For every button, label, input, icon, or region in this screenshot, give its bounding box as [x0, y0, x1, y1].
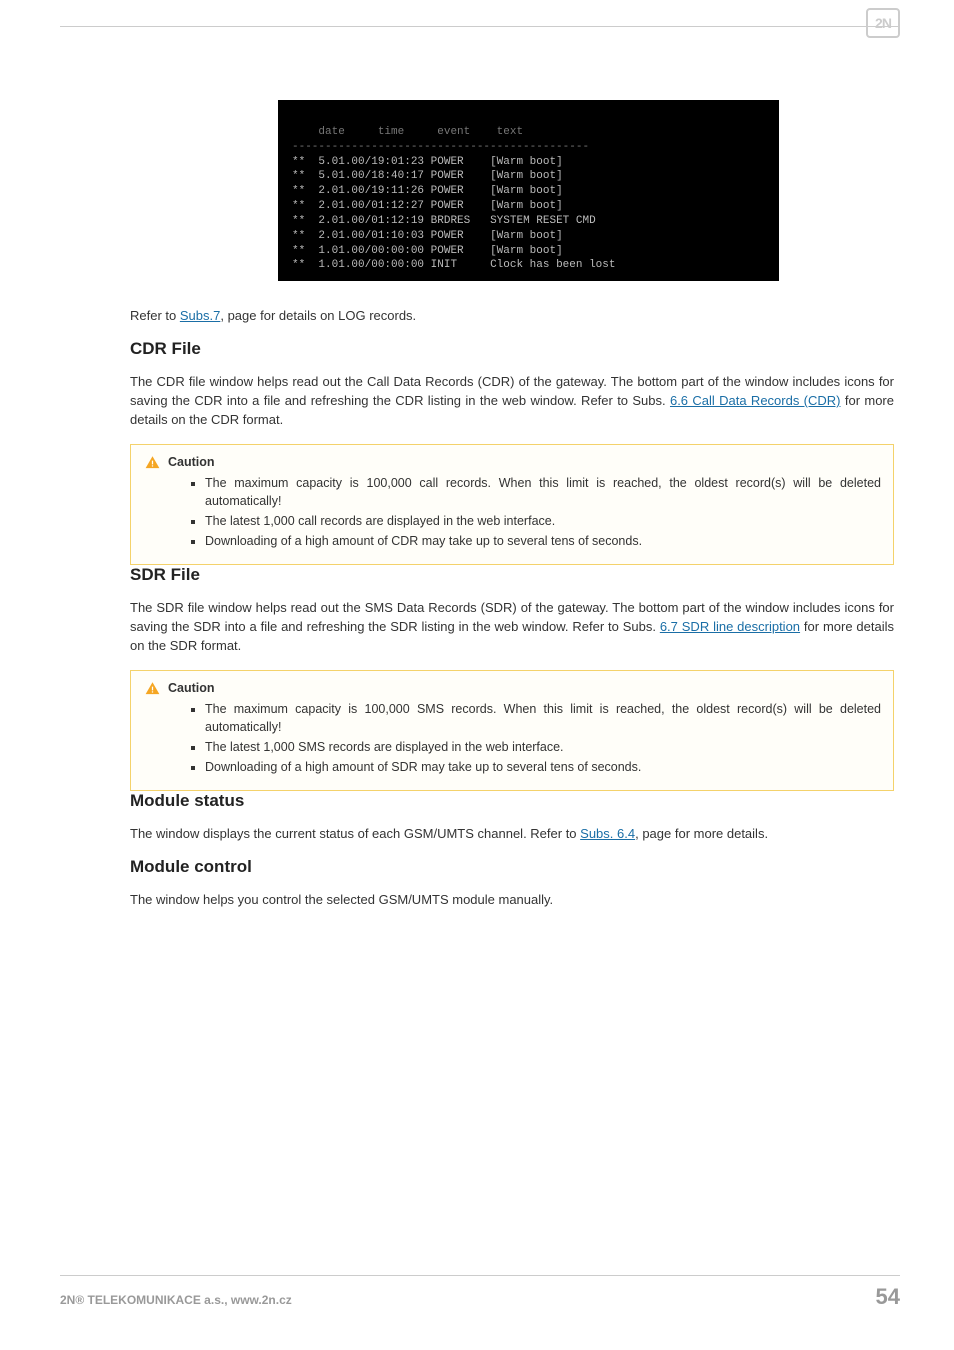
caution-title: Caution: [168, 681, 215, 695]
brand-logo: 2N: [866, 8, 900, 38]
log-separator: ----------------------------------------…: [292, 141, 589, 153]
caution-list: The maximum capacity is 100,000 call rec…: [205, 474, 881, 551]
module-control-body: The window helps you control the selecte…: [130, 891, 894, 910]
caution-item: The latest 1,000 SMS records are display…: [205, 738, 881, 756]
cdr-caution-box: Caution The maximum capacity is 100,000 …: [130, 444, 894, 566]
module-status-title: Module status: [130, 791, 894, 811]
log-row: ** 5.01.00/19:01:23 POWER [Warm boot]: [292, 156, 563, 168]
sdr-link[interactable]: 6.7 SDR line description: [660, 619, 800, 634]
log-row: ** 1.01.00/00:00:00 INIT Clock has been …: [292, 259, 615, 271]
sdr-body: The SDR file window helps read out the S…: [130, 599, 894, 656]
footer-company: 2N® TELEKOMUNIKACE a.s., www.2n.cz: [60, 1293, 292, 1307]
log-header: date time event text: [292, 126, 523, 138]
cdr-link[interactable]: 6.6 Call Data Records (CDR): [670, 393, 841, 408]
warning-icon: [145, 681, 160, 696]
subs7-link[interactable]: Subs.7: [180, 308, 220, 323]
caution-list: The maximum capacity is 100,000 SMS reco…: [205, 700, 881, 777]
cdr-title: CDR File: [130, 339, 894, 359]
caution-item: Downloading of a high amount of SDR may …: [205, 758, 881, 776]
subs64-link[interactable]: Subs. 6.4: [580, 826, 635, 841]
main-content: date time event text -------------------…: [130, 60, 894, 923]
page-footer: 2N® TELEKOMUNIKACE a.s., www.2n.cz 54: [60, 1275, 900, 1310]
warning-icon: [145, 455, 160, 470]
log-row: ** 2.01.00/01:12:27 POWER [Warm boot]: [292, 200, 563, 212]
logo-text: 2N: [866, 8, 900, 38]
log-row: ** 5.01.00/18:40:17 POWER [Warm boot]: [292, 170, 563, 182]
sdr-title: SDR File: [130, 565, 894, 585]
caution-item: The latest 1,000 call records are displa…: [205, 512, 881, 530]
caution-item: Downloading of a high amount of CDR may …: [205, 532, 881, 550]
page-number: 54: [876, 1284, 900, 1310]
caution-item: The maximum capacity is 100,000 call rec…: [205, 474, 881, 510]
log-row: ** 2.01.00/19:11:26 POWER [Warm boot]: [292, 185, 563, 197]
log-row: ** 2.01.00/01:12:19 BRDRES SYSTEM RESET …: [292, 215, 596, 227]
module-status-body: The window displays the current status o…: [130, 825, 894, 844]
log-row: ** 1.01.00/00:00:00 POWER [Warm boot]: [292, 245, 563, 257]
caution-item: The maximum capacity is 100,000 SMS reco…: [205, 700, 881, 736]
sdr-caution-box: Caution The maximum capacity is 100,000 …: [130, 670, 894, 792]
log-records-block: date time event text -------------------…: [278, 100, 779, 281]
header-divider: [60, 26, 900, 27]
cdr-body: The CDR file window helps read out the C…: [130, 373, 894, 430]
caution-title: Caution: [168, 455, 215, 469]
module-control-title: Module control: [130, 857, 894, 877]
log-row: ** 2.01.00/01:10:03 POWER [Warm boot]: [292, 230, 563, 242]
refer-subs7-text: Refer to Subs.7, page for details on LOG…: [130, 307, 894, 326]
